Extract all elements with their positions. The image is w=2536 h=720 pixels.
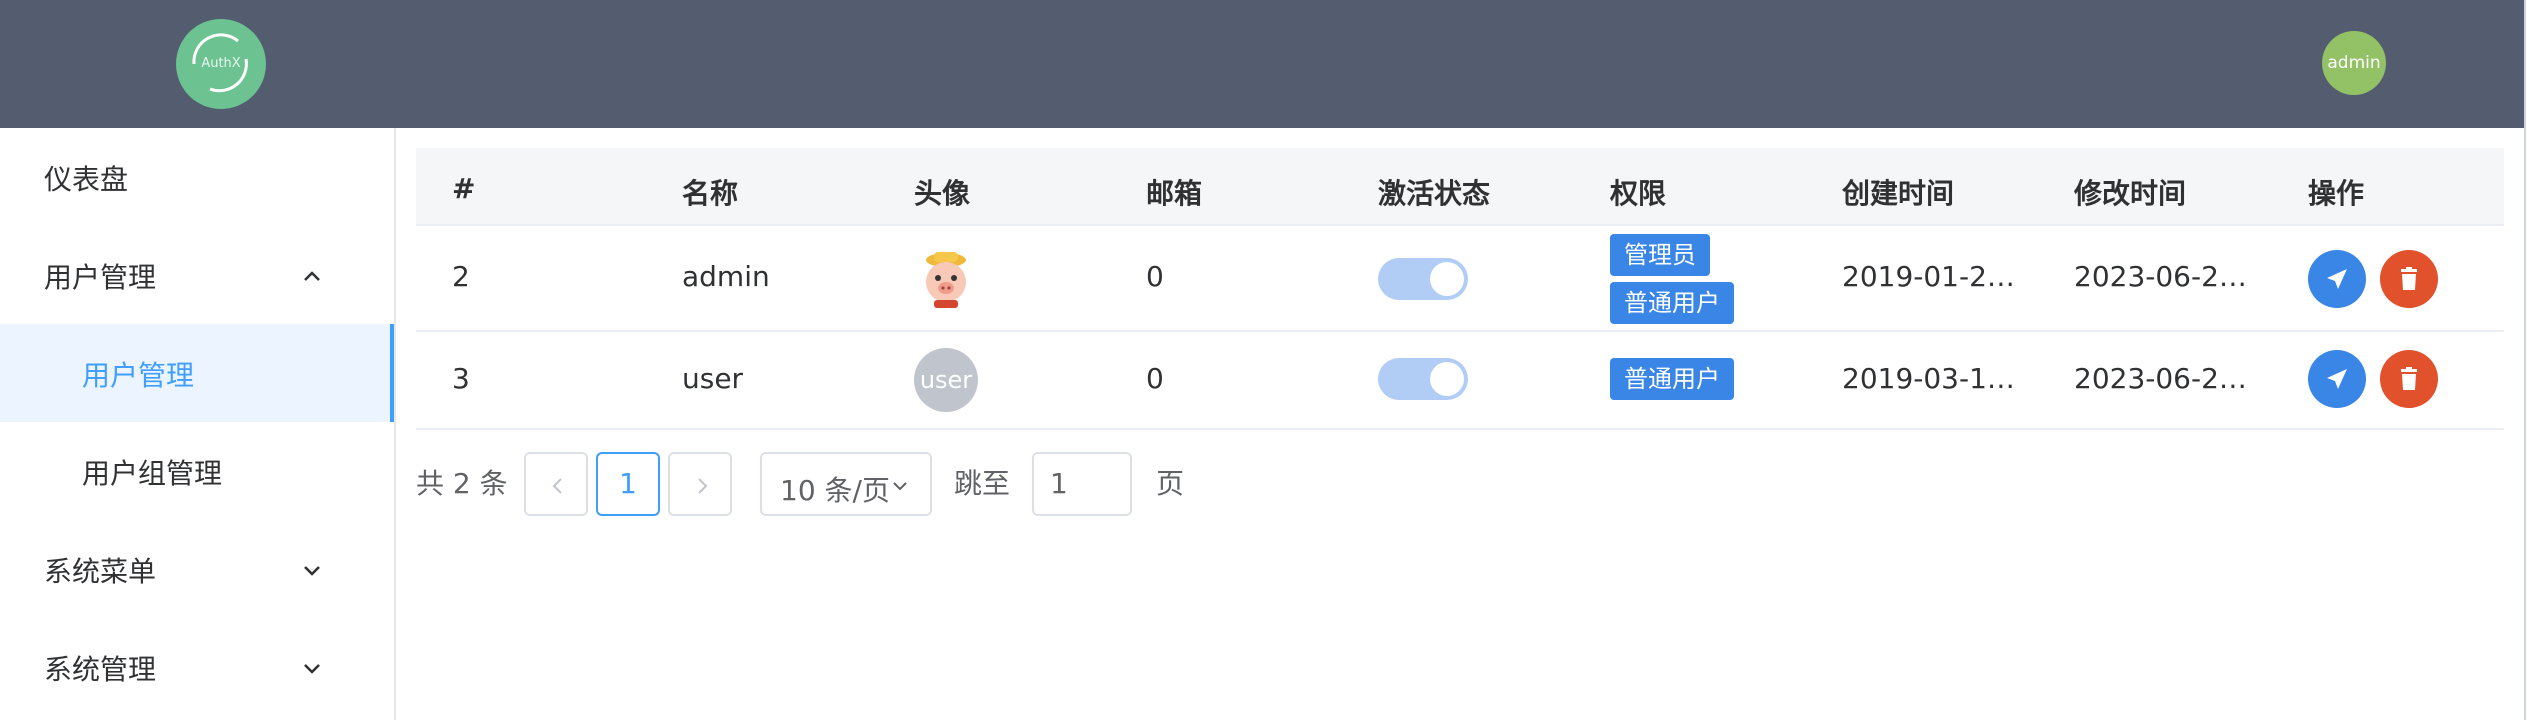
app-logo[interactable]: AuthX [176,19,266,109]
delete-button[interactable] [2380,350,2438,408]
delete-button[interactable] [2380,250,2438,308]
sidebar-item-dashboard[interactable]: 仪表盘 [0,128,394,226]
send-icon [2327,369,2347,389]
chevron-right-icon [698,478,708,494]
sidebar-item-user-management[interactable]: 用户管理 [0,226,394,324]
cell-email: 0 [1146,362,1164,395]
user-avatar-placeholder: user [914,348,978,412]
chevron-left-icon [552,478,562,494]
edit-button[interactable] [2308,350,2366,408]
user-avatar[interactable]: admin [2322,31,2386,95]
active-toggle[interactable] [1378,358,1468,400]
sidebar: 仪表盘 用户管理 用户管理 用户组管理 系统菜单 系统管理 [0,128,396,720]
cell-email: 0 [1146,260,1164,293]
cell-id: 3 [452,362,470,395]
column-header-name: 名称 [682,177,739,210]
trash-icon [2401,367,2417,390]
chevron-down-icon [893,482,907,491]
page-size-select[interactable]: 10 条/页 [760,452,932,516]
page-number-button[interactable]: 1 [596,452,660,516]
role-tag-normal: 普通用户 [1610,282,1734,324]
column-header-actions: 操作 [2308,177,2365,210]
cell-created: 2019-03-1… [1842,362,2015,395]
cell-id: 2 [452,260,470,293]
cell-created: 2019-01-2… [1842,260,2015,293]
sidebar-item-system-menu[interactable]: 系统菜单 [0,520,394,618]
chevron-up-icon [304,271,320,281]
window-edge [2524,0,2536,720]
sidebar-item-label: 系统菜单 [44,555,157,588]
sidebar-item-label: 用户管理 [44,261,157,294]
column-header-roles: 权限 [1610,177,1667,210]
sidebar-item-label: 仪表盘 [44,163,129,196]
role-tag-normal: 普通用户 [1610,358,1734,400]
chevron-down-icon [304,566,320,576]
prev-page-button[interactable] [524,452,588,516]
cell-modified: 2023-06-2… [2074,362,2247,395]
toggle-knob [1430,262,1464,296]
sidebar-item-label: 用户组管理 [82,457,223,490]
sidebar-item-system-management[interactable]: 系统管理 [0,618,394,716]
page-size-value: 10 条/页 [780,474,890,507]
column-header-id: # [452,172,476,205]
table-row: 2 admin 0 管理员 普通用户 2019-01-2… 2023-06-2… [416,226,2504,332]
send-icon [2327,269,2347,289]
column-header-modified: 修改时间 [2074,177,2187,210]
role-tag-admin: 管理员 [1610,234,1710,276]
table-row: 3 user user 0 普通用户 2019-03-1… 2023-06-2… [416,332,2504,430]
sidebar-subitem-users[interactable]: 用户管理 [0,324,394,422]
cell-name: admin [682,260,770,293]
cell-modified: 2023-06-2… [2074,260,2247,293]
chevron-down-icon [304,664,320,674]
page-suffix: 页 [1156,467,1185,500]
sidebar-subitem-user-groups[interactable]: 用户组管理 [0,422,394,520]
sidebar-item-label: 系统管理 [44,653,157,686]
sidebar-item-label: 用户管理 [82,359,195,392]
top-header: AuthX admin [0,0,2524,128]
column-header-active: 激活状态 [1378,177,1491,210]
logo-text: AuthX [201,56,241,71]
toggle-knob [1430,362,1464,396]
jump-label: 跳至 [954,467,1011,500]
pagination-total: 共 2 条 [416,467,508,500]
active-toggle[interactable] [1378,258,1468,300]
edit-button[interactable] [2308,250,2366,308]
column-header-created: 创建时间 [1842,177,1955,210]
column-header-email: 邮箱 [1146,177,1203,210]
trash-icon [2401,267,2417,290]
table-header: # 名称 头像 邮箱 激活状态 权限 创建时间 修改时间 操作 [416,148,2504,226]
pig-avatar-icon [926,252,966,308]
cell-name: user [682,362,744,395]
column-header-avatar: 头像 [914,177,971,210]
jump-page-input[interactable]: 1 [1032,452,1132,516]
next-page-button[interactable] [668,452,732,516]
